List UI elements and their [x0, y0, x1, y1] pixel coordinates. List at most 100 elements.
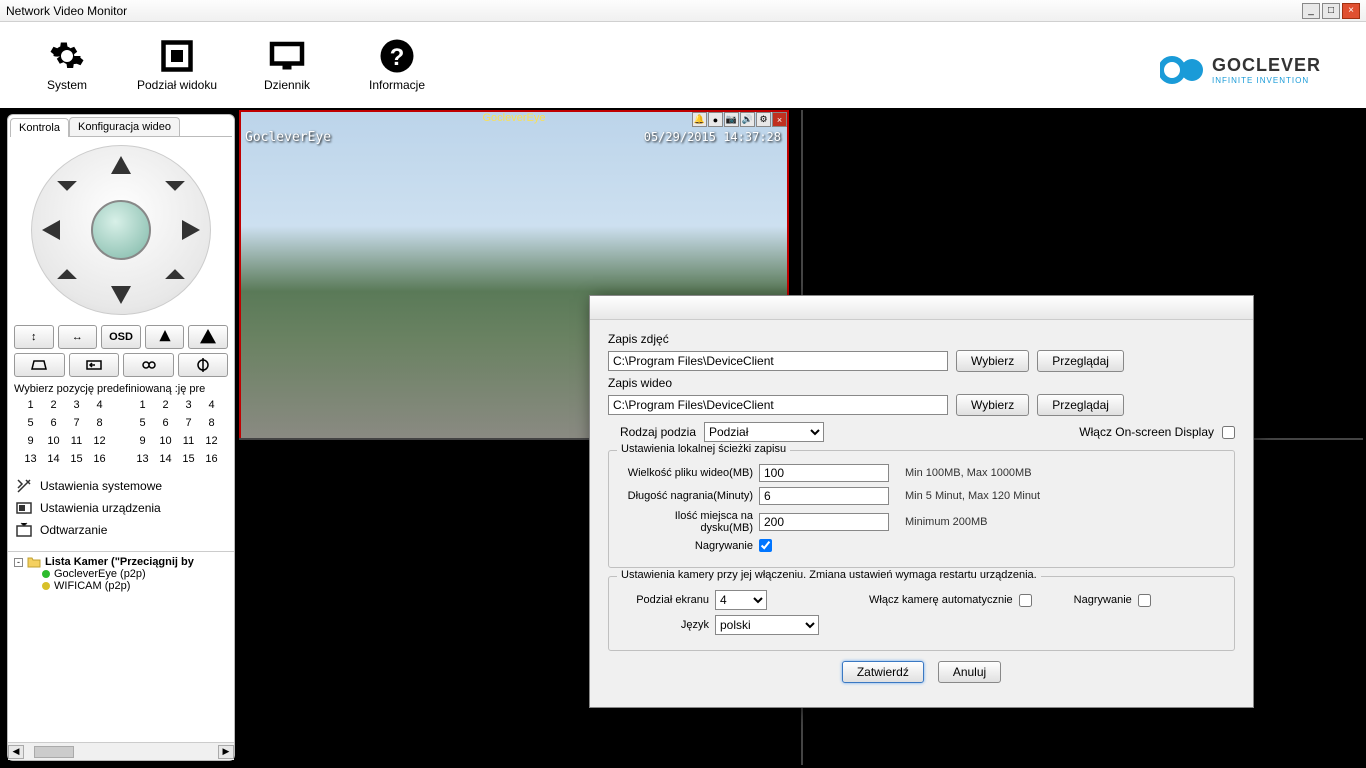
ptz-down-button[interactable]	[111, 286, 131, 304]
tile-settings-button[interactable]: ⚙	[756, 112, 771, 127]
toolbar-system-label: System	[47, 78, 87, 92]
recording2-checkbox[interactable]	[1138, 594, 1151, 607]
toolbar-info-button[interactable]: ? Informacje	[342, 25, 452, 105]
preset-10[interactable]: 10	[43, 433, 64, 449]
zoom-out-button[interactable]	[188, 325, 228, 349]
osd-button[interactable]: OSD	[101, 325, 141, 349]
dialog-titlebar[interactable]	[590, 296, 1253, 320]
focus-near-button[interactable]	[123, 353, 174, 377]
preset-b5[interactable]: 5	[132, 415, 153, 431]
screen-split-select[interactable]: 4	[715, 590, 767, 610]
preset-2[interactable]: 2	[43, 397, 64, 413]
preset-b12[interactable]: 12	[201, 433, 222, 449]
local-path-legend: Ustawienia lokalnej ścieżki zapisu	[617, 443, 790, 455]
preset-b10[interactable]: 10	[155, 433, 176, 449]
preset-9[interactable]: 9	[20, 433, 41, 449]
photo-select-button[interactable]: Wybierz	[956, 350, 1029, 372]
preset-b2[interactable]: 2	[155, 397, 176, 413]
video-browse-button[interactable]: Przeglądaj	[1037, 394, 1124, 416]
preset-b1[interactable]: 1	[132, 397, 153, 413]
preset-b6[interactable]: 6	[155, 415, 176, 431]
window-close-button[interactable]: ×	[1342, 3, 1360, 19]
video-path-label: Zapis wideo	[608, 376, 1235, 390]
ptz-vertical-button[interactable]: ↕	[14, 325, 54, 349]
camera-item-wificam[interactable]: WIFICAM (p2p)	[14, 580, 228, 592]
camera-item-goclever[interactable]: GocleverEye (p2p)	[14, 568, 228, 580]
tree-collapse-icon[interactable]: -	[14, 558, 23, 567]
tile-snapshot-button[interactable]: 📷	[724, 112, 739, 127]
ptz-right-button[interactable]	[182, 220, 200, 240]
preset-6[interactable]: 6	[43, 415, 64, 431]
preset-16[interactable]: 16	[89, 451, 110, 467]
toolbar-view-split-label: Podział widoku	[137, 78, 217, 92]
preset-1[interactable]: 1	[20, 397, 41, 413]
tile-audio-button[interactable]: 🔊	[740, 112, 755, 127]
toolbar-system-button[interactable]: System	[12, 25, 122, 105]
ptz-center-button[interactable]	[91, 200, 151, 260]
disk-input[interactable]	[759, 513, 889, 531]
tile-alarm-button[interactable]: 🔔	[692, 112, 707, 127]
system-settings-link[interactable]: Ustawienia systemowe	[16, 475, 226, 497]
preset-8[interactable]: 8	[89, 415, 110, 431]
window-maximize-button[interactable]: □	[1322, 3, 1340, 19]
preset-11[interactable]: 11	[66, 433, 87, 449]
ptz-upright-button[interactable]	[165, 171, 185, 191]
ptz-upleft-button[interactable]	[57, 171, 77, 191]
toolbar-log-button[interactable]: Dziennik	[232, 25, 342, 105]
iris-close-button[interactable]	[69, 353, 120, 377]
preset-b13[interactable]: 13	[132, 451, 153, 467]
osd-checkbox[interactable]	[1222, 426, 1235, 439]
preset-13[interactable]: 13	[20, 451, 41, 467]
tile-record-button[interactable]: ●	[708, 112, 723, 127]
device-settings-link[interactable]: Ustawienia urządzenia	[16, 497, 226, 519]
recording-checkbox[interactable]	[759, 539, 772, 552]
filesize-input[interactable]	[759, 464, 889, 482]
camera-folder-label: Lista Kamer ("Przeciągnij by	[45, 556, 194, 568]
tab-video-config[interactable]: Konfiguracja wideo	[69, 117, 180, 136]
video-path-input[interactable]	[608, 395, 948, 415]
preset-b15[interactable]: 15	[178, 451, 199, 467]
ptz-horizontal-button[interactable]: ↔	[58, 325, 98, 349]
preset-15[interactable]: 15	[66, 451, 87, 467]
cancel-button[interactable]: Anuluj	[938, 661, 1001, 683]
iris-open-button[interactable]	[14, 353, 65, 377]
preset-b4[interactable]: 4	[201, 397, 222, 413]
preset-b7[interactable]: 7	[178, 415, 199, 431]
window-minimize-button[interactable]: _	[1302, 3, 1320, 19]
language-select[interactable]: polski	[715, 615, 819, 635]
scroll-left-button[interactable]: ◀	[8, 745, 24, 759]
sidebar-scrollbar[interactable]: ◀ ▶	[8, 742, 234, 760]
preset-b11[interactable]: 11	[178, 433, 199, 449]
preset-b8[interactable]: 8	[201, 415, 222, 431]
tab-control[interactable]: Kontrola	[10, 118, 69, 137]
focus-far-button[interactable]	[178, 353, 229, 377]
photo-browse-button[interactable]: Przeglądaj	[1037, 350, 1124, 372]
duration-input[interactable]	[759, 487, 889, 505]
ptz-left-button[interactable]	[42, 220, 60, 240]
preset-5[interactable]: 5	[20, 415, 41, 431]
split-type-select[interactable]: Podział	[704, 422, 824, 442]
video-select-button[interactable]: Wybierz	[956, 394, 1029, 416]
scroll-thumb[interactable]	[34, 746, 74, 758]
preset-b14[interactable]: 14	[155, 451, 176, 467]
zoom-in-button[interactable]	[145, 325, 185, 349]
scroll-right-button[interactable]: ▶	[218, 745, 234, 759]
preset-7[interactable]: 7	[66, 415, 87, 431]
auto-on-checkbox[interactable]	[1019, 594, 1032, 607]
ptz-downright-button[interactable]	[165, 269, 185, 289]
toolbar-view-split-button[interactable]: Podział widoku	[122, 25, 232, 105]
filesize-label: Wielkość pliku wideo(MB)	[621, 467, 753, 479]
preset-12[interactable]: 12	[89, 433, 110, 449]
preset-b9[interactable]: 9	[132, 433, 153, 449]
ptz-up-button[interactable]	[111, 156, 131, 174]
preset-b16[interactable]: 16	[201, 451, 222, 467]
confirm-button[interactable]: Zatwierdź	[842, 661, 924, 683]
tile-close-button[interactable]: ×	[772, 112, 787, 127]
playback-link[interactable]: Odtwarzanie	[16, 519, 226, 541]
preset-b3[interactable]: 3	[178, 397, 199, 413]
photo-path-input[interactable]	[608, 351, 948, 371]
ptz-downleft-button[interactable]	[57, 269, 77, 289]
preset-3[interactable]: 3	[66, 397, 87, 413]
preset-4[interactable]: 4	[89, 397, 110, 413]
preset-14[interactable]: 14	[43, 451, 64, 467]
